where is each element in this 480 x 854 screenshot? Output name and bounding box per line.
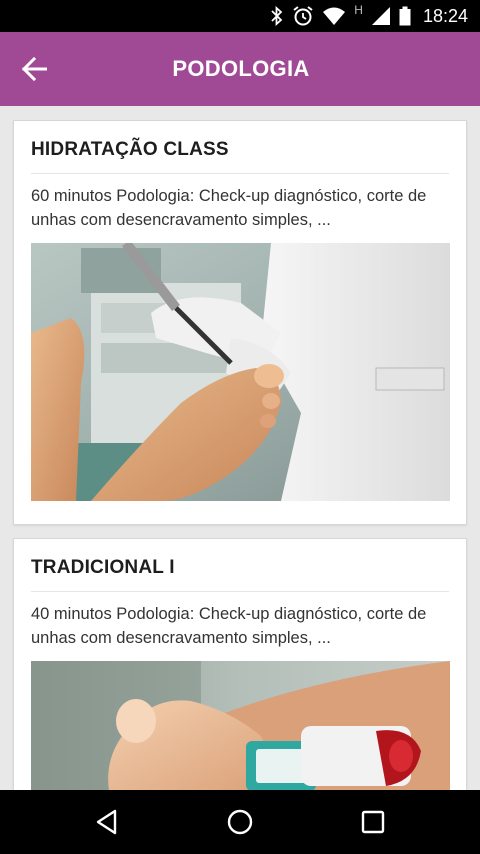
bluetooth-icon [271, 6, 283, 26]
card-title: TRADICIONAL I [31, 557, 175, 578]
status-bar: H 18:24 [0, 0, 480, 32]
card-description: 40 minutos Podologia: Check-up diagnósti… [31, 605, 427, 647]
foot-device-photo [31, 661, 450, 790]
nav-home-circle-icon [227, 809, 253, 835]
app-bar: PODOLOGIA [0, 32, 480, 106]
card-image[interactable] [31, 243, 450, 501]
card-divider [31, 173, 449, 174]
nav-home-button[interactable] [222, 804, 258, 840]
system-nav-bar [0, 790, 480, 854]
status-icons: H 18:24 [270, 0, 468, 32]
podiatry-treatment-photo [31, 243, 450, 501]
nav-recent-square-icon [361, 810, 385, 834]
page-title: PODOLOGIA [172, 56, 310, 81]
service-card[interactable]: HIDRATAÇÃO CLASS 60 minutos Podologia: C… [13, 120, 467, 525]
nav-recent-button[interactable] [355, 804, 391, 840]
service-card[interactable]: TRADICIONAL I 40 minutos Podologia: Chec… [13, 538, 467, 790]
card-image[interactable] [31, 661, 450, 790]
status-time: 18:24 [422, 5, 468, 26]
alarm-icon [293, 6, 313, 26]
network-type-label: H [354, 3, 363, 17]
card-divider [31, 591, 449, 592]
nav-back-button[interactable] [89, 804, 125, 840]
cell-signal-icon [371, 7, 390, 25]
nav-back-triangle-icon [96, 809, 117, 835]
wifi-icon [323, 7, 346, 25]
battery-icon [399, 6, 411, 26]
content-list[interactable]: HIDRATAÇÃO CLASS 60 minutos Podologia: C… [0, 106, 480, 790]
card-title: HIDRATAÇÃO CLASS [31, 139, 229, 160]
card-description: 60 minutos Podologia: Check-up diagnósti… [31, 187, 427, 229]
